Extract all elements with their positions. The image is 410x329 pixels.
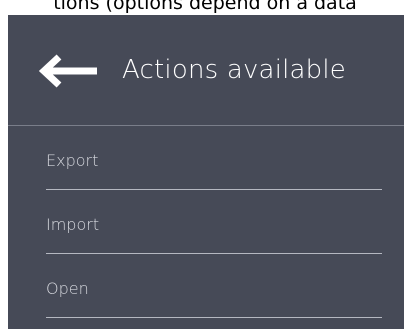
menu-item-label: Open [46, 279, 89, 298]
menu-item-open[interactable]: Open [46, 254, 382, 318]
page-caption: tions (options depend on a data [53, 0, 357, 14]
menu-item-label: Import [46, 215, 100, 234]
panel-title: Actions available [122, 55, 346, 85]
menu-item-import[interactable]: Import [46, 190, 382, 254]
panel-header: Actions available [8, 15, 404, 126]
menu-item-label: Export [46, 151, 99, 170]
menu-item-export[interactable]: Export [46, 126, 382, 190]
arrow-left-icon[interactable] [35, 52, 99, 90]
menu-item-divider [46, 317, 382, 318]
actions-panel: Actions available Export Import Open [8, 15, 404, 329]
